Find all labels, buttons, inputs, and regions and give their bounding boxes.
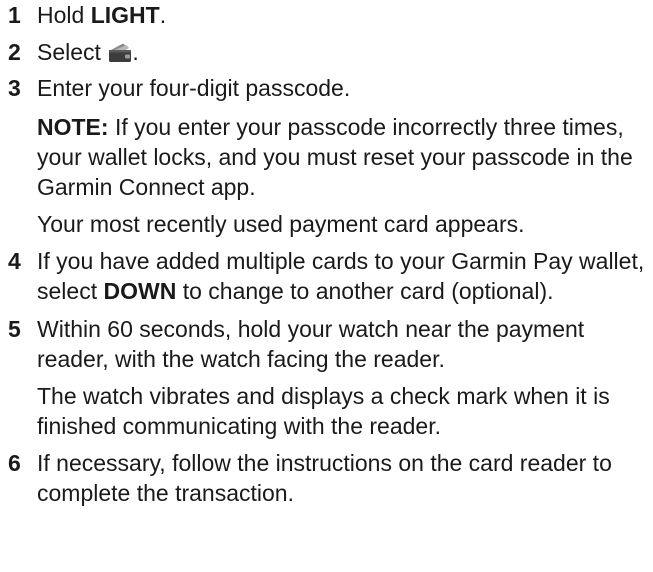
step-text-after: to change to another card (optional).: [176, 278, 554, 304]
step-text: If you have added multiple cards to your…: [37, 246, 653, 306]
step-6: 6 If necessary, follow the instructions …: [0, 448, 653, 508]
step-2: 2 Select .: [0, 37, 653, 67]
step-number: 2: [8, 39, 21, 65]
step-text: Within 60 seconds, hold your watch near …: [37, 316, 585, 372]
step-number: 3: [8, 75, 21, 101]
step-text-before: Select: [37, 39, 108, 65]
step-text: Hold LIGHT.: [37, 0, 653, 30]
step-5: 5 Within 60 seconds, hold your watch nea…: [0, 314, 653, 441]
step-number: 4: [8, 248, 21, 274]
step-number: 1: [8, 2, 21, 28]
instruction-page: 1 Hold LIGHT. 2 Select . 3 Enter your fo…: [0, 0, 653, 572]
step-result: The watch vibrates and displays a check …: [37, 383, 610, 439]
step-number: 6: [8, 450, 21, 476]
step-text: Enter your four-digit passcode.: [37, 75, 351, 101]
note-label: NOTE:: [37, 114, 109, 140]
step-3: 3 Enter your four-digit passcode. NOTE: …: [0, 73, 653, 239]
step-number: 5: [8, 316, 21, 342]
step-text-before: Hold: [37, 2, 91, 28]
step-text: Select .: [37, 37, 653, 67]
down-key-label: DOWN: [103, 278, 177, 304]
step-list: 1 Hold LIGHT. 2 Select . 3 Enter your fo…: [0, 0, 653, 508]
step-result: Your most recently used payment card app…: [37, 211, 525, 237]
step-4: 4 If you have added multiple cards to yo…: [0, 246, 653, 306]
step-text: If necessary, follow the instructions on…: [37, 450, 612, 506]
step-text-after: .: [159, 2, 167, 28]
step-text-after: .: [132, 39, 139, 65]
light-key-label: LIGHT: [90, 2, 160, 28]
wallet-icon: [109, 43, 132, 62]
step-note: NOTE: If you enter your passcode incorre…: [37, 112, 653, 202]
step-1: 1 Hold LIGHT.: [0, 0, 653, 30]
note-text: If you enter your passcode incorrectly t…: [37, 114, 633, 200]
